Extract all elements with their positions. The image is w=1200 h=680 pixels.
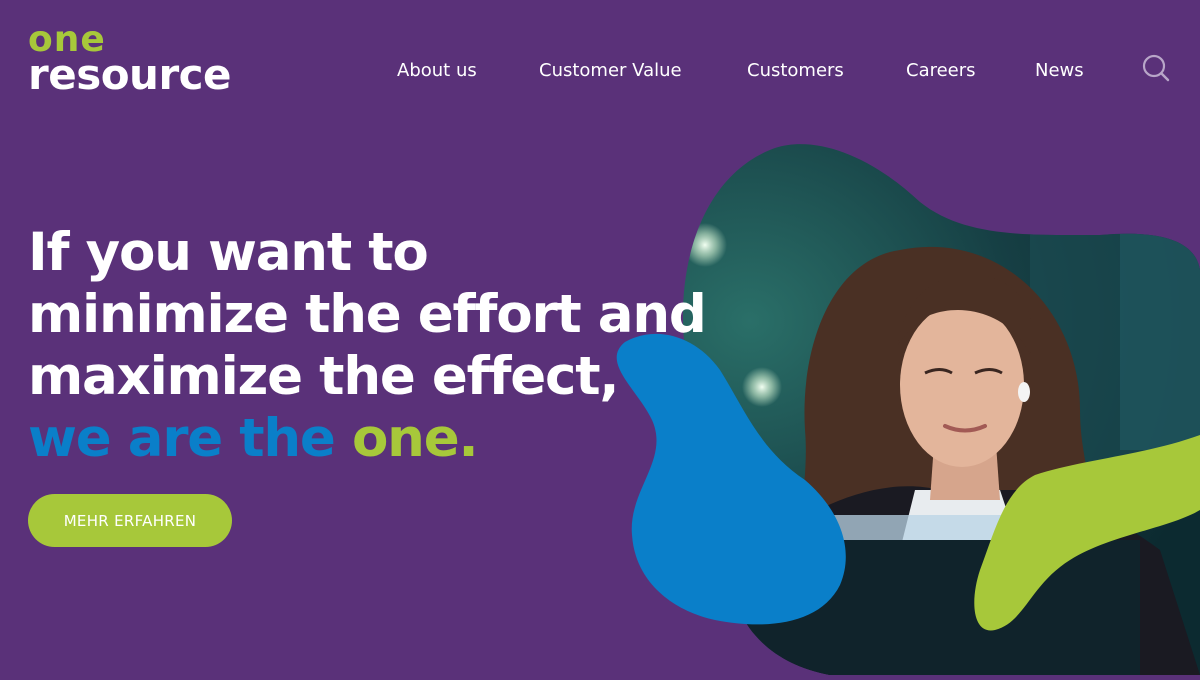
tagline-part-2: one. (351, 408, 479, 469)
headline-tagline: we are the one. (28, 408, 728, 470)
tagline-part-1: we are the (28, 408, 336, 469)
headline-line-1: If you want to (28, 222, 429, 283)
hero-headline: If you want to minimize the effort and m… (28, 222, 728, 470)
nav-item-careers[interactable]: Careers (906, 60, 976, 81)
nav-item-customer-value[interactable]: Customer Value (539, 60, 682, 81)
headline-line-3: maximize the effect, (28, 346, 620, 407)
headline-line-2: minimize the effort and (28, 284, 707, 345)
logo[interactable]: one resource (28, 22, 232, 99)
nav-item-customers[interactable]: Customers (747, 60, 844, 81)
logo-resource-text: resource (28, 50, 232, 99)
mehr-erfahren-button[interactable]: MEHR ERFAHREN (28, 494, 232, 547)
nav-item-news[interactable]: News (1035, 60, 1084, 81)
search-icon[interactable] (1142, 54, 1170, 82)
nav-item-about-us[interactable]: About us (397, 60, 477, 81)
